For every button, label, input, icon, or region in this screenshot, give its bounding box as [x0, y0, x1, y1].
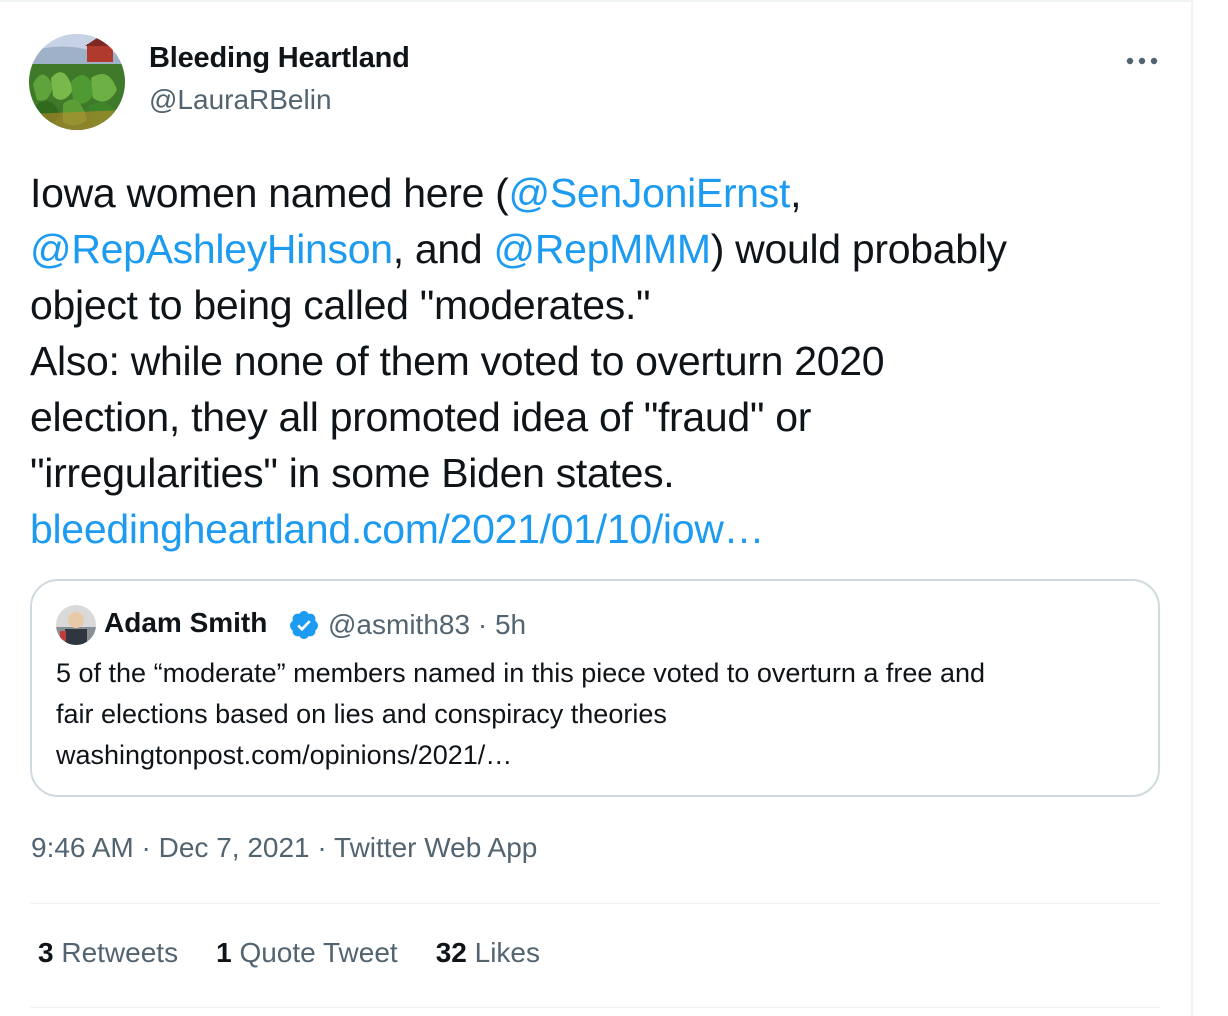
- mention-senjoniernst[interactable]: @SenJoniErnst: [509, 170, 791, 216]
- text-segment: Iowa women named here (: [30, 170, 509, 216]
- quoted-author-handle[interactable]: @asmith83: [328, 609, 470, 640]
- tweet-text-line-6: "irregularities" in some Biden states.: [30, 450, 675, 496]
- tweet-text-line-5: election, they all promoted idea of "fra…: [30, 394, 812, 440]
- quoted-text-line-1: 5 of the “moderate” members named in thi…: [56, 658, 985, 688]
- tweet-text-line-4: Also: while none of them voted to overtu…: [30, 338, 885, 384]
- text-segment: ,: [790, 170, 802, 216]
- tweet-metadata: 9:46 AM · Dec 7, 2021 · Twitter Web App: [31, 832, 537, 864]
- author-handle[interactable]: @LauraRBelin: [149, 84, 332, 116]
- retweets-stat[interactable]: 3 Retweets: [38, 937, 178, 969]
- mention-repashleyhinson[interactable]: @RepAshleyHinson: [30, 226, 393, 272]
- divider: [30, 903, 1161, 904]
- tweet-text-line-2: @RepAshleyHinson, and @RepMMM) would pro…: [30, 221, 1170, 277]
- quoted-text: 5 of the “moderate” members named in thi…: [56, 653, 1136, 776]
- quote-tweets-label: Quote Tweet: [239, 937, 398, 968]
- quoted-author-avatar[interactable]: [56, 605, 96, 645]
- tweet-text: Iowa women named here (@SenJoniErnst, @R…: [30, 165, 1170, 557]
- divider: [30, 1007, 1161, 1008]
- quoted-text-line-3: washingtonpost.com/opinions/2021/…: [56, 740, 513, 770]
- text-segment: ) would probably: [710, 226, 1007, 272]
- retweets-label: Retweets: [61, 937, 179, 968]
- likes-stat[interactable]: 32 Likes: [436, 937, 540, 969]
- verified-badge-icon: [288, 609, 320, 641]
- separator-dot: ·: [133, 832, 159, 863]
- tweet-source-app[interactable]: Twitter Web App: [334, 832, 537, 863]
- text-segment: , and: [392, 226, 494, 272]
- separator-dot: ·: [477, 609, 488, 640]
- author-avatar[interactable]: [29, 34, 125, 130]
- tweet-date[interactable]: Dec 7, 2021: [159, 832, 310, 863]
- quoted-author-name[interactable]: Adam Smith: [104, 607, 267, 639]
- tweet-time[interactable]: 9:46 AM: [31, 832, 134, 863]
- quoted-tweet[interactable]: Adam Smith @asmith83 · 5h 5 of the “mode…: [30, 579, 1160, 797]
- quote-tweets-count: 1: [216, 937, 232, 968]
- engagement-stats: 3 Retweets 1 Quote Tweet 32 Likes: [38, 937, 578, 969]
- tweet-link[interactable]: bleedingheartland.com/2021/01/10/iow…: [30, 506, 765, 552]
- tweet-text-line-3: object to being called "moderates.": [30, 282, 651, 328]
- quoted-author-handle-line: @asmith83 · 5h: [328, 609, 526, 641]
- quoted-text-line-2: fair elections based on lies and conspir…: [56, 699, 667, 729]
- tweet-text-line-1: Iowa women named here (@SenJoniErnst,: [30, 165, 1170, 221]
- likes-label: Likes: [474, 937, 541, 968]
- author-name[interactable]: Bleeding Heartland: [149, 42, 410, 75]
- tweet-link-line: bleedingheartland.com/2021/01/10/iow…: [30, 501, 1170, 557]
- likes-count: 32: [435, 937, 467, 968]
- retweets-count: 3: [38, 937, 54, 968]
- separator-dot: ·: [309, 832, 335, 863]
- tweet-card: Bleeding Heartland @LauraRBelin Iowa wom…: [0, 0, 1193, 1016]
- more-horizontal-icon[interactable]: [1122, 46, 1162, 76]
- quote-tweets-stat[interactable]: 1 Quote Tweet: [216, 937, 398, 969]
- quoted-time[interactable]: 5h: [495, 609, 526, 640]
- mention-repmmm[interactable]: @RepMMM: [494, 226, 712, 272]
